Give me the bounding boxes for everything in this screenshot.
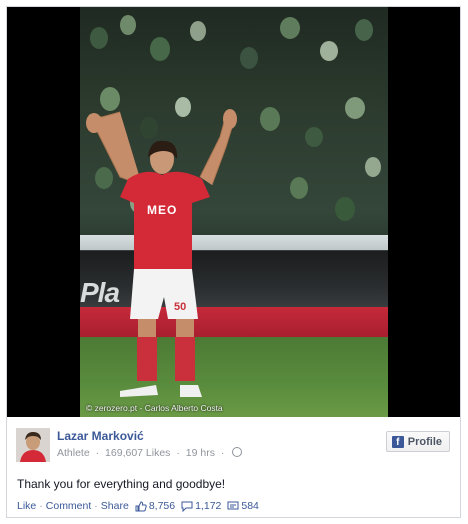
share-count-value: 584 — [241, 500, 259, 512]
globe-icon — [232, 447, 243, 457]
comment-icon — [181, 501, 193, 512]
share-link[interactable]: Share — [101, 500, 129, 512]
share-count[interactable]: 584 — [227, 500, 259, 512]
author-name[interactable]: Lazar Marković — [57, 429, 144, 443]
profile-button-label: Profile — [407, 435, 442, 448]
player-figure — [86, 109, 237, 397]
comment-count[interactable]: 1,172 — [181, 500, 221, 512]
shorts-number: 50 — [174, 301, 187, 313]
post-time[interactable]: 19 hrs — [186, 447, 215, 459]
post-photo-frame[interactable]: Pla MEO 50 © zerozero.pt - Carlos Albert… — [7, 7, 460, 417]
like-count-value: 8,756 — [148, 500, 176, 512]
like-link[interactable]: Like — [17, 500, 36, 512]
author-category: Athlete — [57, 447, 90, 459]
avatar-image — [16, 428, 50, 462]
profile-button[interactable]: f Profile — [385, 431, 450, 452]
like-count[interactable]: 8,756 — [135, 500, 175, 512]
facebook-post-card: Pla MEO 50 © zerozero.pt - Carlos Albert… — [6, 6, 461, 518]
thumbs-up-icon — [135, 500, 147, 511]
share-icon — [227, 501, 239, 509]
post-actions: Like · Comment · Share 8,756 1,172 584 — [17, 500, 259, 512]
comment-count-value: 1,172 — [195, 500, 222, 512]
photo-credit: © zerozero.pt - Carlos Alberto Costa — [86, 403, 223, 413]
avatar[interactable] — [16, 428, 50, 462]
jersey-sponsor: MEO — [147, 203, 178, 217]
post-meta: Athlete · 169,607 Likes · 19 hrs · — [57, 447, 243, 459]
post-header: Lazar Marković Athlete · 169,607 Likes ·… — [7, 417, 460, 469]
comment-link[interactable]: Comment — [46, 500, 92, 512]
facebook-logo-icon: f — [391, 435, 404, 448]
post-message: Thank you for everything and goodbye! — [17, 477, 226, 491]
page-likes: 169,607 Likes — [105, 447, 171, 459]
post-photo[interactable]: Pla MEO 50 © zerozero.pt - Carlos Albert… — [80, 7, 388, 417]
